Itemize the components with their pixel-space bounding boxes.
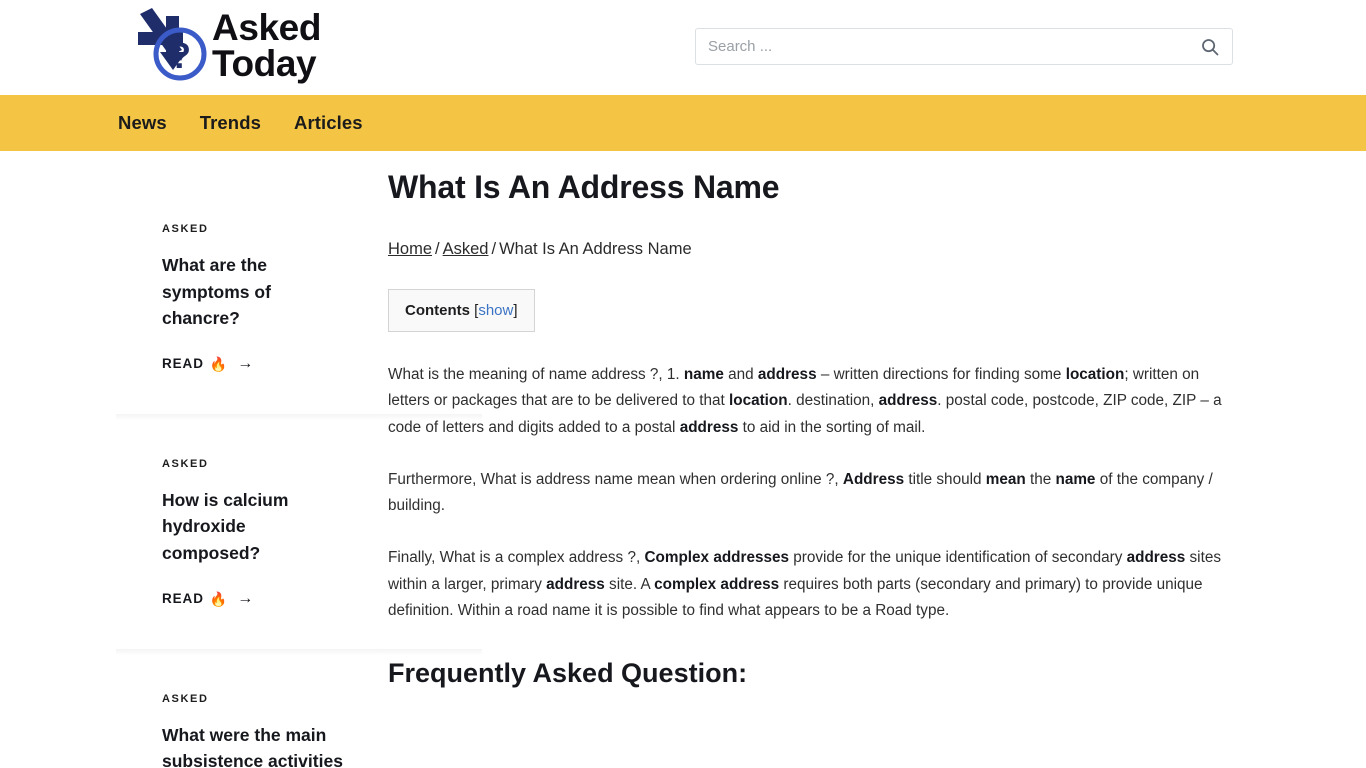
site-header: ? Asked Today bbox=[0, 0, 1366, 95]
search-button[interactable] bbox=[1188, 29, 1232, 64]
logo-line-2: Today bbox=[212, 43, 317, 84]
arrow-right-icon: → bbox=[237, 589, 255, 607]
read-label: READ bbox=[162, 356, 204, 372]
page-body: ASKED What are the symptoms of chancre? … bbox=[0, 151, 1366, 768]
flame-icon: 🔥 bbox=[209, 590, 229, 607]
breadcrumb-separator: / bbox=[491, 240, 497, 258]
breadcrumb-separator: / bbox=[435, 240, 440, 258]
sidebar: ASKED What are the symptoms of chancre? … bbox=[0, 151, 482, 768]
paragraph-3: Finally, What is a complex address ?, Co… bbox=[388, 549, 1221, 620]
paragraph-1: What is the meaning of name address ?, 1… bbox=[388, 366, 1222, 436]
logo-line-1: Asked bbox=[212, 7, 322, 49]
main-navigation: News Trends Articles bbox=[0, 95, 1366, 151]
breadcrumb: Home / Asked / What Is An Address Name bbox=[388, 240, 1240, 259]
card-title: What were the main subsistence activitie… bbox=[162, 724, 343, 768]
read-more-link[interactable]: READ 🔥 → bbox=[162, 589, 344, 607]
card-title: What are the symptoms of chancre? bbox=[162, 255, 271, 329]
site-logo[interactable]: ? Asked Today bbox=[130, 6, 321, 86]
arrow-question-logo-icon: ? bbox=[138, 8, 207, 81]
search-form[interactable] bbox=[695, 28, 1233, 65]
logo-wordmark: Asked Today bbox=[212, 7, 322, 84]
breadcrumb-category[interactable]: Asked bbox=[443, 240, 489, 258]
paragraph-2: Furthermore, What is address name mean w… bbox=[388, 470, 1213, 515]
article-content: What Is An Address Name Home / Asked / What … bbox=[344, 151, 1366, 689]
list-item[interactable]: ASKED What are the symptoms of chancre? … bbox=[139, 179, 344, 414]
card-kicker: ASKED bbox=[162, 457, 209, 470]
svg-text:?: ? bbox=[169, 35, 191, 76]
card-kicker: ASKED bbox=[162, 223, 209, 235]
table-of-contents-box: Contents [show] bbox=[388, 289, 535, 332]
breadcrumb-home[interactable]: Home bbox=[388, 240, 432, 258]
list-item[interactable]: ASKED How is calcium hydroxide composed?… bbox=[116, 413, 482, 649]
read-more-link[interactable]: READ 🔥 → bbox=[162, 354, 344, 372]
arrow-right-icon: → bbox=[237, 354, 255, 372]
nav-item-articles[interactable]: Articles bbox=[294, 112, 363, 134]
card-title: How is calcium hydroxide composed? bbox=[162, 489, 289, 563]
card-kicker: ASKED bbox=[162, 692, 209, 705]
nav-item-news[interactable]: News bbox=[118, 112, 167, 134]
toc-show-toggle[interactable]: show bbox=[478, 302, 513, 319]
search-icon bbox=[1202, 38, 1219, 55]
list-item[interactable]: ASKED What were the main subsistence act… bbox=[116, 648, 482, 768]
nav-item-trends[interactable]: Trends bbox=[200, 112, 261, 134]
read-label: READ bbox=[162, 591, 204, 607]
flame-icon: 🔥 bbox=[209, 355, 229, 372]
page-title: What Is An Address Name bbox=[388, 169, 780, 205]
faq-heading: Frequently Asked Question: bbox=[388, 658, 748, 689]
breadcrumb-current: What Is An Address Name bbox=[499, 240, 692, 258]
toc-close-bracket: ] bbox=[513, 302, 518, 319]
toc-label: Contents bbox=[405, 302, 470, 319]
search-input[interactable] bbox=[696, 29, 1188, 64]
